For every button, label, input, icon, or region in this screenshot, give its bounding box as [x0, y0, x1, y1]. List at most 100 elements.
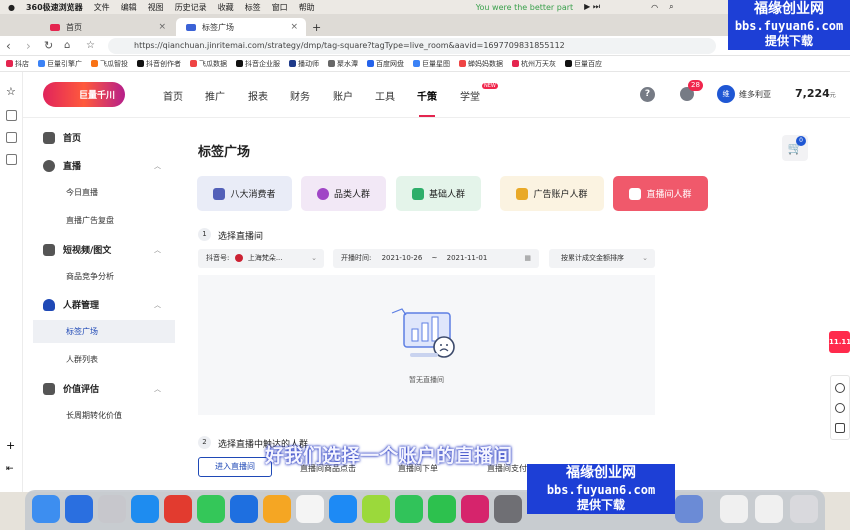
nav-qiance[interactable]: 千策	[417, 88, 437, 117]
tab-eight-consumers[interactable]: 八大消费者	[197, 176, 292, 211]
menu-history[interactable]: 历史记录	[175, 2, 207, 13]
bookmark-item[interactable]: 巨量星图	[413, 59, 450, 69]
menu-favorites[interactable]: 收藏	[218, 2, 234, 13]
video-player-icon[interactable]	[395, 495, 423, 523]
forward-arrow-icon[interactable]: ›	[26, 38, 31, 54]
tab-ad-account-audience[interactable]: 广告账户人群	[500, 176, 604, 211]
back-arrow-icon[interactable]: ‹	[6, 38, 11, 54]
feishu-icon[interactable]	[65, 495, 93, 523]
sidebar-item-live-review[interactable]: 直播广告复盘	[33, 209, 175, 232]
nav-promote[interactable]: 推广	[205, 88, 225, 103]
document-icon[interactable]	[6, 154, 17, 165]
sidebar-item-long-term-value[interactable]: 长周期转化价值	[33, 404, 175, 427]
bookmark-item[interactable]: 抖音创作者	[137, 59, 181, 69]
browser-tab-tag-square[interactable]: 标签广场 ×	[176, 18, 306, 36]
promo-1111-badge[interactable]: 11.11	[829, 331, 850, 353]
trash-icon[interactable]	[790, 495, 818, 523]
safari-icon[interactable]	[131, 495, 159, 523]
star-bookmark-icon[interactable]: ☆	[86, 38, 95, 54]
sort-select[interactable]: 按累计成交金额排序 ⌄	[549, 249, 655, 268]
finder-icon[interactable]	[32, 495, 60, 523]
nav-tools[interactable]: 工具	[375, 88, 395, 103]
search-icon[interactable]: ⌕	[669, 2, 673, 12]
bookmark-item[interactable]: 飞瓜智投	[91, 59, 128, 69]
username[interactable]: 维多利亚	[739, 89, 771, 100]
menu-app[interactable]: 360极速浏览器	[26, 2, 83, 13]
empty-data-illustration-icon	[391, 308, 455, 358]
nav-account[interactable]: 账户	[333, 88, 353, 103]
home-icon[interactable]: ⌂	[64, 38, 70, 54]
launchpad-icon[interactable]	[98, 495, 126, 523]
sidebar-group-video[interactable]: 短视频/图文 ︿	[43, 243, 161, 256]
close-icon[interactable]: ×	[290, 22, 298, 32]
help-icon[interactable]: ?	[640, 87, 655, 102]
apple-icon[interactable]: ●	[8, 3, 15, 12]
enter-live-room-button[interactable]: 进入直播间	[198, 457, 272, 477]
nav-reports[interactable]: 报表	[248, 88, 268, 103]
wechat-icon[interactable]	[428, 495, 456, 523]
close-icon[interactable]: ×	[158, 22, 166, 32]
sidebar-group-audience[interactable]: 人群管理 ︿	[43, 298, 161, 311]
douyin-account-select[interactable]: 抖音号: 上海梵朵... ⌄	[198, 249, 324, 268]
star-icon[interactable]: ☆	[6, 86, 17, 97]
add-icon[interactable]: +	[6, 440, 17, 451]
bookmark-item[interactable]: 百度网盘	[367, 59, 404, 69]
browser-360-icon[interactable]	[362, 495, 390, 523]
book-icon[interactable]	[6, 110, 17, 121]
sidebar-item-audience-list[interactable]: 人群列表	[33, 348, 175, 371]
sidebar-item-home[interactable]: 首页	[43, 131, 161, 144]
menu-file[interactable]: 文件	[94, 2, 110, 13]
bookmark-item[interactable]: 抖音企业服	[236, 59, 280, 69]
bookmark-item[interactable]: 杭州万天灰	[512, 59, 556, 69]
facetime-icon[interactable]	[197, 495, 225, 523]
browser-tab-home[interactable]: 首页 ×	[40, 18, 174, 36]
menu-view[interactable]: 视图	[148, 2, 164, 13]
collapse-icon[interactable]: ⇤	[6, 464, 17, 475]
bookmark-item[interactable]: 蝉妈妈数据	[459, 59, 503, 69]
settings-icon[interactable]	[494, 495, 522, 523]
menu-help[interactable]: 帮助	[299, 2, 315, 13]
bookmark-item[interactable]: 飞瓜数据	[190, 59, 227, 69]
qianchuan-logo[interactable]: 巨量千川	[43, 82, 125, 107]
maps-icon[interactable]	[230, 495, 258, 523]
tab-basic-audience[interactable]: 基础人群	[396, 176, 481, 211]
live-date-range-picker[interactable]: 开播时间: 2021-10-26 ~ 2021-11-01 ▦	[333, 249, 539, 268]
recent-document-icon[interactable]	[720, 495, 748, 523]
sidebar-item-tag-square[interactable]: 标签广场	[33, 320, 175, 343]
bookmark-item[interactable]: 聚水潭	[328, 59, 358, 69]
heart-icon[interactable]	[835, 383, 845, 393]
sidebar-group-live[interactable]: 直播 ︿	[43, 159, 161, 172]
bookmark-item[interactable]: 巨量百应	[565, 59, 602, 69]
wps-icon[interactable]	[164, 495, 192, 523]
nav-finance[interactable]: 财务	[290, 88, 310, 103]
bookmark-item[interactable]: 播动师	[289, 59, 319, 69]
nav-home[interactable]: 首页	[163, 88, 183, 103]
tab-category-audience[interactable]: 品类人群	[301, 176, 386, 211]
menu-edit[interactable]: 编辑	[121, 2, 137, 13]
app-header: 巨量千川 首页 推广 报表 财务 账户 工具 千策 学堂 NEW ? 28 维 维…	[23, 72, 850, 118]
menu-window[interactable]: 窗口	[272, 2, 288, 13]
wifi-icon[interactable]: ◠	[651, 3, 658, 12]
bookmark-item[interactable]: 抖店	[6, 59, 29, 69]
sidebar-item-product-competition[interactable]: 商品竞争分析	[33, 265, 175, 288]
sidebar-item-today-live[interactable]: 今日直播	[33, 181, 175, 204]
photos-icon[interactable]	[263, 495, 291, 523]
nav-academy[interactable]: 学堂 NEW	[460, 83, 498, 103]
play-icon[interactable]: ▶ ⏭	[584, 2, 600, 12]
new-tab-button[interactable]: +	[306, 18, 321, 36]
url-input[interactable]: https://qianchuan.jinritemai.com/strateg…	[108, 38, 716, 54]
avatar[interactable]: 维	[717, 85, 735, 103]
menu-tabs[interactable]: 标签	[245, 2, 261, 13]
refresh-icon[interactable]	[835, 403, 845, 413]
notes-icon[interactable]	[296, 495, 324, 523]
reload-icon[interactable]: ↻	[44, 38, 53, 54]
bookmark-item[interactable]: 巨量引擎广	[38, 59, 82, 69]
preview-icon[interactable]	[675, 495, 703, 523]
screenshot-icon[interactable]	[6, 132, 17, 143]
tab-live-room-audience[interactable]: 直播间人群	[613, 176, 708, 211]
app-store-icon[interactable]	[329, 495, 357, 523]
sidebar-group-value[interactable]: 价值评估 ︿	[43, 382, 161, 395]
chat-icon[interactable]	[835, 423, 845, 433]
recent-document-icon[interactable]	[755, 495, 783, 523]
youku-icon[interactable]	[461, 495, 489, 523]
